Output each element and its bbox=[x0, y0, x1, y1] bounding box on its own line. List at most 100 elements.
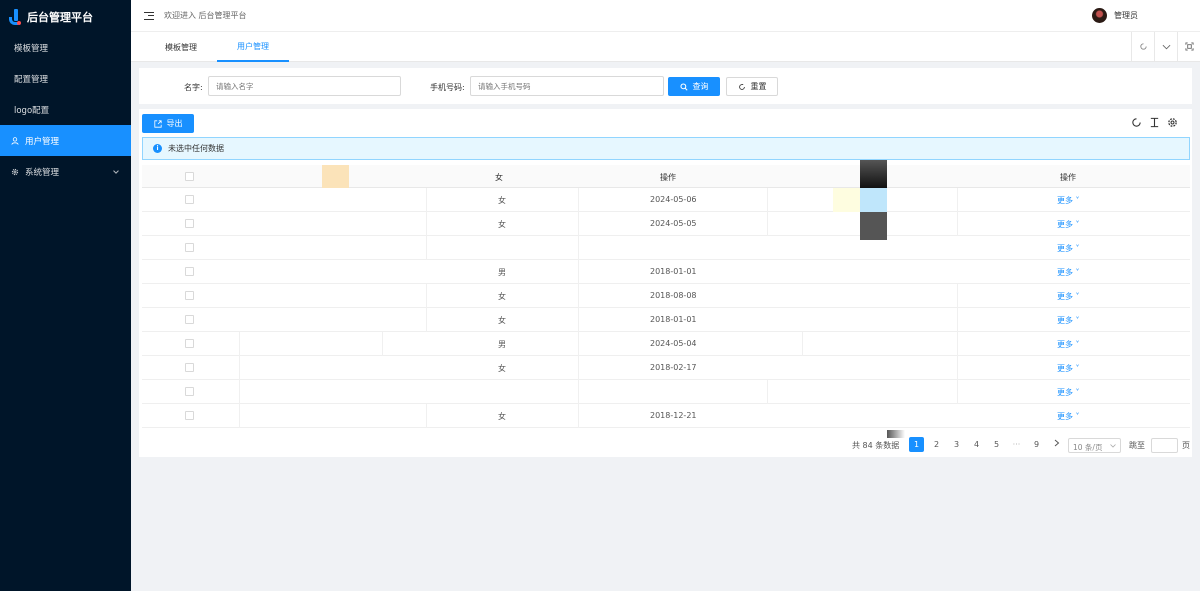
page-3[interactable]: 3 bbox=[949, 437, 964, 452]
more-link[interactable]: 更多 ˅ bbox=[1057, 195, 1080, 206]
gender-header: 女 bbox=[495, 173, 503, 182]
reset-icon bbox=[738, 83, 745, 90]
date-cell: 2018-01-01 bbox=[650, 315, 697, 324]
sidebar-item-config[interactable]: 配置管理 bbox=[0, 63, 131, 94]
jump-input[interactable] bbox=[1151, 438, 1178, 453]
info-icon: i bbox=[153, 144, 162, 153]
date-cell: 2018-02-17 bbox=[650, 363, 697, 372]
export-button[interactable]: 导出 bbox=[142, 114, 194, 133]
date-cell: 2024-05-06 bbox=[650, 195, 697, 204]
phone-input[interactable] bbox=[470, 76, 664, 96]
more-link[interactable]: 更多 ˅ bbox=[1057, 267, 1080, 278]
alert-text: 未选中任何数据 bbox=[168, 144, 224, 153]
page-5[interactable]: 5 bbox=[989, 437, 1004, 452]
menu-fold-icon[interactable] bbox=[144, 11, 154, 20]
page-9[interactable]: 9 bbox=[1029, 437, 1044, 452]
row-checkbox[interactable] bbox=[185, 387, 194, 396]
user-icon bbox=[11, 136, 19, 145]
sidebar-item-system[interactable]: 系统管理 bbox=[0, 156, 131, 187]
name-input[interactable] bbox=[208, 76, 401, 96]
page-4[interactable]: 4 bbox=[969, 437, 984, 452]
gender-cell: 女 bbox=[498, 292, 506, 301]
row-checkbox[interactable] bbox=[185, 243, 194, 252]
page-ellipsis[interactable]: ··· bbox=[1009, 437, 1024, 452]
sidebar-item-label: 系统管理 bbox=[25, 167, 60, 178]
gender-cell: 女 bbox=[498, 196, 506, 205]
more-link[interactable]: 更多 ˅ bbox=[1057, 219, 1080, 230]
row-checkbox[interactable] bbox=[185, 363, 194, 372]
op-header: 操作 bbox=[1060, 173, 1076, 182]
tab-refresh-button[interactable] bbox=[1131, 32, 1154, 62]
select-all-checkbox[interactable] bbox=[185, 172, 194, 181]
next-page-button[interactable] bbox=[1049, 435, 1064, 450]
gender-cell: 女 bbox=[498, 316, 506, 325]
date-cell: 2018-08-08 bbox=[650, 291, 697, 300]
row-checkbox[interactable] bbox=[185, 267, 194, 276]
logo: 后台管理平台 bbox=[0, 0, 131, 33]
refresh-icon[interactable] bbox=[1131, 117, 1142, 128]
more-link[interactable]: 更多 ˅ bbox=[1057, 411, 1080, 422]
more-label: 更多 bbox=[1057, 220, 1073, 229]
search-panel: 名字: 手机号码: 查询 重置 bbox=[139, 68, 1192, 104]
tab-fullscreen-button[interactable] bbox=[1177, 32, 1200, 62]
table-card: 导出 i 未选中任何数据 女 操作 操作 女 2024-05-06 更多 ˅ 女… bbox=[139, 109, 1192, 457]
table-header: 女 操作 操作 bbox=[142, 160, 1190, 188]
page-2[interactable]: 2 bbox=[929, 437, 944, 452]
table-row: 女 2024-05-06 更多 ˅ bbox=[142, 188, 1190, 212]
date-header: 操作 bbox=[660, 173, 676, 182]
page-1[interactable]: 1 bbox=[909, 437, 924, 452]
gear-icon bbox=[11, 168, 19, 175]
tab-dropdown-button[interactable] bbox=[1154, 32, 1177, 62]
row-checkbox[interactable] bbox=[185, 219, 194, 228]
more-link[interactable]: 更多 ˅ bbox=[1057, 315, 1080, 326]
more-label: 更多 bbox=[1057, 388, 1073, 397]
more-label: 更多 bbox=[1057, 340, 1073, 349]
column-height-icon[interactable] bbox=[1149, 117, 1160, 128]
row-checkbox[interactable] bbox=[185, 411, 194, 420]
more-label: 更多 bbox=[1057, 196, 1073, 205]
more-label: 更多 bbox=[1057, 268, 1073, 277]
top-header: 欢迎进入 后台管理平台 管理员 bbox=[131, 0, 1200, 32]
table-tools bbox=[1131, 117, 1178, 128]
more-link[interactable]: 更多 ˅ bbox=[1057, 339, 1080, 350]
sidebar-item-users[interactable]: 用户管理 bbox=[0, 125, 131, 156]
gender-cell: 女 bbox=[498, 412, 506, 421]
gender-cell: 男 bbox=[498, 268, 506, 277]
page-size-select[interactable]: 10 条/页 bbox=[1068, 438, 1121, 453]
table-row: 男 2024-05-04 更多 ˅ bbox=[142, 332, 1190, 356]
user-menu[interactable]: 管理员 bbox=[1092, 8, 1138, 23]
tab-users[interactable]: 用户管理 bbox=[217, 32, 289, 62]
table-row: 女 2018-08-08 更多 ˅ bbox=[142, 284, 1190, 308]
reset-button[interactable]: 重置 bbox=[726, 77, 778, 96]
more-label: 更多 bbox=[1057, 244, 1073, 253]
tab-template[interactable]: 模板管理 bbox=[155, 32, 207, 62]
table-row: 女 2018-01-01 更多 ˅ bbox=[142, 308, 1190, 332]
more-link[interactable]: 更多 ˅ bbox=[1057, 363, 1080, 374]
sidebar-item-label: logo配置 bbox=[14, 105, 50, 116]
query-button[interactable]: 查询 bbox=[668, 77, 720, 96]
table-row: 更多 ˅ bbox=[142, 380, 1190, 404]
more-link[interactable]: 更多 ˅ bbox=[1057, 291, 1080, 302]
setting-icon[interactable] bbox=[1167, 117, 1178, 128]
row-checkbox[interactable] bbox=[185, 195, 194, 204]
date-cell: 2018-01-01 bbox=[650, 267, 697, 276]
jump-label: 跳至 bbox=[1129, 441, 1145, 450]
sidebar-item-template[interactable]: 模板管理 bbox=[0, 32, 131, 63]
redacted-block bbox=[860, 160, 887, 188]
redacted-block bbox=[860, 188, 887, 212]
more-label: 更多 bbox=[1057, 292, 1073, 301]
sidebar: 后台管理平台 模板管理 配置管理 logo配置 用户管理 系统管理 bbox=[0, 0, 131, 591]
tabs-bar: 模板管理 用户管理 bbox=[131, 32, 1200, 62]
table-row: 女 2018-12-21 更多 ˅ bbox=[142, 404, 1190, 428]
row-checkbox[interactable] bbox=[185, 315, 194, 324]
more-link[interactable]: 更多 ˅ bbox=[1057, 387, 1080, 398]
row-checkbox[interactable] bbox=[185, 291, 194, 300]
selection-alert: i 未选中任何数据 bbox=[142, 137, 1190, 160]
avatar bbox=[1092, 8, 1107, 23]
row-checkbox[interactable] bbox=[185, 339, 194, 348]
sidebar-item-logo[interactable]: logo配置 bbox=[0, 94, 131, 125]
chevron-down-icon bbox=[1162, 44, 1171, 50]
refresh-icon bbox=[1140, 43, 1147, 50]
more-link[interactable]: 更多 ˅ bbox=[1057, 243, 1080, 254]
redacted-block bbox=[322, 165, 349, 188]
